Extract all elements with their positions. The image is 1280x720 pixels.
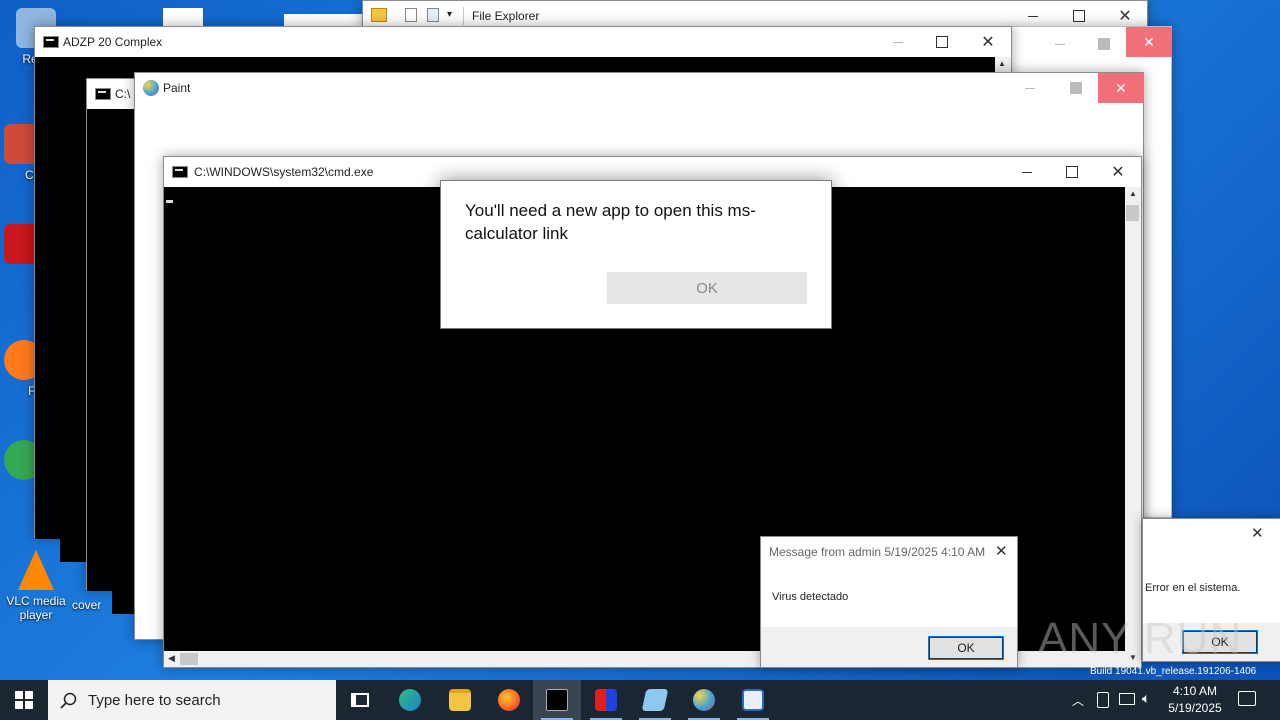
taskbar-search-box[interactable]: Type here to search bbox=[48, 680, 336, 720]
taskbar-file-explorer[interactable] bbox=[436, 680, 484, 720]
paint-maximize-button[interactable] bbox=[1053, 73, 1099, 103]
taskbar-adzp[interactable] bbox=[582, 680, 630, 720]
scroll-up-arrow-icon[interactable]: ▲ bbox=[1129, 189, 1137, 198]
vertical-scroll-thumb[interactable] bbox=[1126, 205, 1139, 221]
folder-icon bbox=[449, 689, 471, 711]
task-view-icon bbox=[351, 693, 369, 707]
dialog-message: You'll need a new app to open this ms-ca… bbox=[465, 201, 756, 243]
paint-close-button[interactable]: ✕ bbox=[1098, 73, 1144, 103]
admin-message-box[interactable]: Message from admin 5/19/2025 4:10 AM ✕ V… bbox=[760, 536, 1018, 668]
cmd-back-remnant bbox=[112, 588, 136, 614]
task-view-button[interactable] bbox=[336, 680, 384, 720]
background-window-minimize-button[interactable] bbox=[1037, 29, 1083, 59]
start-button[interactable] bbox=[0, 680, 48, 720]
clock-time: 4:10 AM bbox=[1172, 684, 1218, 698]
admin-message-ok-button[interactable]: OK bbox=[928, 636, 1004, 660]
system-error-body: Error en el sistema. bbox=[1145, 582, 1241, 594]
console-icon bbox=[43, 36, 59, 48]
adzp-minimize-button[interactable] bbox=[875, 27, 921, 57]
new-folder-icon[interactable] bbox=[427, 8, 439, 22]
paint-title: Paint bbox=[163, 81, 191, 95]
paint-titlebar[interactable]: Paint ✕ bbox=[135, 73, 1144, 103]
taskbar-notepad[interactable] bbox=[631, 680, 679, 720]
adzp-console-remnant bbox=[60, 538, 86, 562]
clock-date: 5/19/2025 bbox=[1168, 701, 1222, 715]
taskbar-clock[interactable]: 4:10 AM 5/19/2025 bbox=[1160, 683, 1230, 717]
taskbar-cmd[interactable] bbox=[533, 680, 581, 720]
cmd-main-maximize-button[interactable] bbox=[1049, 157, 1095, 187]
adzp-titlebar[interactable]: ADZP 20 Complex ✕ bbox=[35, 27, 1011, 57]
console-icon bbox=[172, 166, 188, 178]
dialog-ok-button[interactable]: OK bbox=[607, 272, 807, 304]
vlc-cone-icon bbox=[18, 550, 54, 590]
file-explorer-title: File Explorer bbox=[472, 9, 540, 23]
adzp-app-icon bbox=[595, 689, 617, 711]
taskbar-paint[interactable] bbox=[680, 680, 728, 720]
usb-device-icon[interactable] bbox=[1097, 692, 1109, 708]
cover-file-icon[interactable]: cover bbox=[72, 598, 112, 612]
scroll-up-arrow-icon[interactable]: ▲ bbox=[998, 59, 1006, 68]
notification-center-icon[interactable] bbox=[1238, 691, 1256, 706]
anyrun-watermark-logo: ANY RUN bbox=[1038, 614, 1243, 663]
console-icon bbox=[546, 689, 568, 711]
admin-message-body: Virus detectado bbox=[772, 591, 849, 603]
show-hidden-icons-chevron-icon[interactable]: ︿ bbox=[1072, 692, 1084, 709]
background-window-close-button[interactable]: ✕ bbox=[1126, 27, 1172, 57]
quick-access-dropdown-icon[interactable]: ▾ bbox=[447, 9, 452, 20]
notepad-icon bbox=[641, 689, 669, 711]
cmd-main-vertical-scrollbar[interactable]: ▲ ▼ bbox=[1125, 187, 1141, 667]
taskbar-firefox[interactable] bbox=[485, 680, 533, 720]
paint-palette-icon bbox=[143, 80, 159, 96]
admin-message-footer: OK bbox=[761, 627, 1017, 667]
cmd-back-title: C:\ bbox=[115, 87, 131, 101]
cmd-main-minimize-button[interactable] bbox=[1004, 157, 1050, 187]
taskbar-edge[interactable] bbox=[386, 680, 434, 720]
search-icon bbox=[60, 692, 77, 709]
console-icon bbox=[95, 88, 111, 100]
admin-message-close-button[interactable]: ✕ bbox=[995, 542, 1008, 560]
scroll-left-arrow-icon[interactable]: ◀ bbox=[168, 653, 175, 664]
volume-icon[interactable]: 🔈︎ bbox=[1142, 690, 1150, 707]
edge-icon bbox=[399, 689, 421, 711]
windows-logo-icon bbox=[15, 691, 33, 709]
search-placeholder: Type here to search bbox=[88, 692, 221, 709]
folder-icon bbox=[371, 8, 387, 22]
adzp-close-button[interactable]: ✕ bbox=[965, 27, 1011, 57]
adzp-maximize-button[interactable] bbox=[919, 27, 965, 57]
cmd-main-title: C:\WINDOWS\system32\cmd.exe bbox=[194, 165, 374, 179]
network-icon[interactable] bbox=[1119, 693, 1135, 705]
paint-minimize-button[interactable] bbox=[1007, 73, 1053, 103]
cmd-main-close-button[interactable]: ✕ bbox=[1095, 157, 1141, 187]
taskbar: Type here to search ︿ 🔈︎ 4:10 AM 5/19/20… bbox=[0, 680, 1280, 720]
firefox-icon bbox=[498, 689, 520, 711]
properties-icon[interactable] bbox=[405, 8, 417, 22]
document-app-icon bbox=[742, 689, 764, 711]
build-watermark: Build 19041.vb_release.191206-1406 bbox=[1090, 666, 1257, 677]
system-error-close-button[interactable]: ✕ bbox=[1251, 524, 1264, 542]
text-cursor bbox=[166, 200, 173, 203]
horizontal-scroll-thumb[interactable] bbox=[180, 653, 198, 665]
admin-message-title: Message from admin 5/19/2025 4:10 AM bbox=[769, 545, 986, 559]
paint-palette-icon bbox=[693, 689, 715, 711]
taskbar-wordpad[interactable] bbox=[729, 680, 777, 720]
background-window-maximize-button[interactable] bbox=[1081, 29, 1127, 59]
adzp-title: ADZP 20 Complex bbox=[63, 35, 163, 49]
titlebar-divider bbox=[463, 7, 464, 25]
open-with-dialog[interactable]: You'll need a new app to open this ms-ca… bbox=[440, 180, 832, 329]
